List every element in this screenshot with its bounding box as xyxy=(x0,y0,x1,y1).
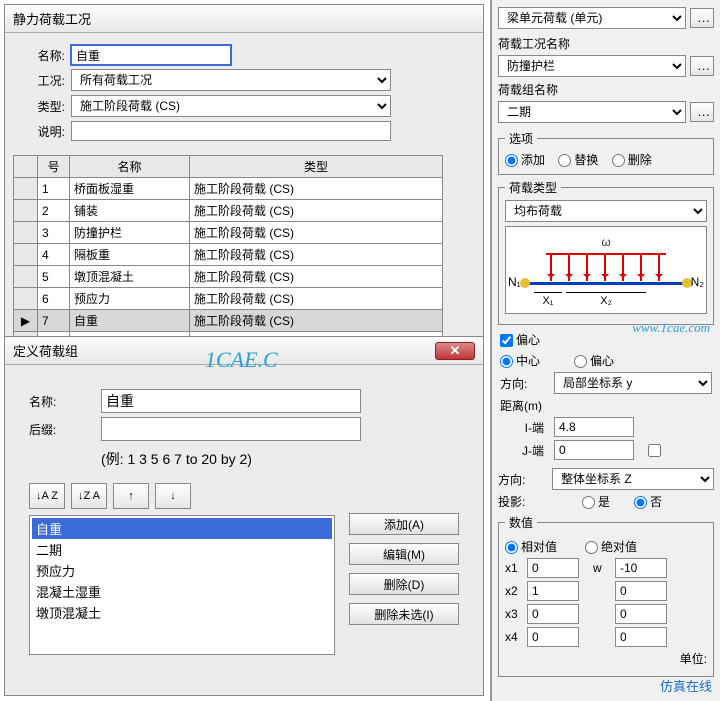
absolute-radio[interactable]: 绝对值 xyxy=(585,538,637,555)
w-input[interactable] xyxy=(615,558,667,578)
j-end-input[interactable] xyxy=(554,440,634,460)
proj-no-radio[interactable]: 否 xyxy=(634,493,662,510)
col-type[interactable]: 类型 xyxy=(190,156,443,178)
name-input[interactable] xyxy=(71,45,231,65)
direction-label: 方向: xyxy=(500,375,550,392)
table-row[interactable]: 3防撞护栏施工阶段荷载 (CS) xyxy=(14,222,443,244)
case-name-select[interactable]: 防撞护栏 xyxy=(498,55,686,77)
group-name-input[interactable] xyxy=(101,389,361,413)
move-up-button[interactable]: ↑ xyxy=(113,483,149,509)
j-end-check[interactable] xyxy=(648,444,661,457)
group-name-select[interactable]: 二期 xyxy=(498,101,686,123)
i-end-input[interactable] xyxy=(554,417,634,437)
loads-table[interactable]: 号 名称 类型 1桥面板湿重施工阶段荷载 (CS) 2铺装施工阶段荷载 (CS)… xyxy=(13,155,443,351)
list-item[interactable]: 预应力 xyxy=(32,560,332,581)
offset-radio[interactable]: 偏心 xyxy=(574,352,614,369)
eccentric-check[interactable]: 偏心 xyxy=(500,333,540,347)
case-name-label: 荷载工况名称 xyxy=(498,35,714,52)
group-listbox[interactable]: 自重 二期 预应力 混凝土湿重 墩顶混凝土 xyxy=(29,515,335,655)
type-select[interactable]: 施工阶段荷载 (CS) xyxy=(71,95,391,117)
x2-input[interactable] xyxy=(527,581,579,601)
label-suffix: 后缀: xyxy=(29,421,101,438)
dialog-titlebar[interactable]: 静力荷载工况 xyxy=(5,5,483,33)
table-row[interactable]: 5墩顶混凝土施工阶段荷载 (CS) xyxy=(14,266,443,288)
x1-input[interactable] xyxy=(527,558,579,578)
beam-load-panel: 梁单元荷载 (单元) … 荷载工况名称 防撞护栏 … 荷载组名称 二期 … 选项… xyxy=(490,0,720,701)
list-item[interactable]: 自重 xyxy=(32,518,332,539)
table-row[interactable]: ▶7自重施工阶段荷载 (CS) xyxy=(14,310,443,332)
table-row[interactable]: 6预应力施工阶段荷载 (CS) xyxy=(14,288,443,310)
center-radio[interactable]: 中心 xyxy=(500,352,540,369)
w3-input[interactable] xyxy=(615,604,667,624)
label-name: 名称: xyxy=(13,47,71,64)
unit-label: 单位: xyxy=(680,650,707,667)
example-text: (例: 1 3 5 6 7 to 20 by 2) xyxy=(101,449,459,469)
delete-unselected-button[interactable]: 删除未选(I) xyxy=(349,603,459,625)
label-case: 工况: xyxy=(13,72,71,89)
direction2-label: 方向: xyxy=(498,471,548,488)
load-diagram: ω N₁ N₂ X₁ X₂ xyxy=(505,226,707,314)
static-load-dialog: 静力荷载工况 名称: 工况: 所有荷载工况 类型: 施工阶段荷载 (CS) 说明… xyxy=(4,4,484,360)
group-name-label: 荷载组名称 xyxy=(498,81,714,98)
value-group: 数值 相对值 绝对值 x1w x2 x3 x4 单位: xyxy=(498,514,714,677)
add-button[interactable]: 添加(A) xyxy=(349,513,459,535)
col-marker xyxy=(14,156,38,178)
x3-input[interactable] xyxy=(527,604,579,624)
direction2-select[interactable]: 整体坐标系 Z xyxy=(552,468,714,490)
list-item[interactable]: 二期 xyxy=(32,539,332,560)
option-replace[interactable]: 替换 xyxy=(558,153,598,167)
delete-button[interactable]: 删除(D) xyxy=(349,573,459,595)
option-add[interactable]: 添加 xyxy=(505,153,545,167)
load-group-dialog: 定义荷载组 ✕ 名称: 后缀: (例: 1 3 5 6 7 to 20 by 2… xyxy=(4,336,484,696)
load-element-select[interactable]: 梁单元荷载 (单元) xyxy=(498,7,686,29)
label-desc: 说明: xyxy=(13,123,71,140)
option-delete[interactable]: 删除 xyxy=(612,153,652,167)
load-type-select[interactable]: 均布荷载 xyxy=(505,200,707,222)
direction-select[interactable]: 局部坐标系 y xyxy=(554,372,712,394)
sort-za-button[interactable]: ↓Z A xyxy=(71,483,107,509)
label-name: 名称: xyxy=(29,393,101,410)
proj-yes-radio[interactable]: 是 xyxy=(582,493,610,510)
load-type-group: 荷载类型 均布荷载 ω N₁ N₂ X₁ X₂ xyxy=(498,179,714,325)
sort-az-button[interactable]: ↓A Z xyxy=(29,483,65,509)
table-row[interactable]: 2铺装施工阶段荷载 (CS) xyxy=(14,200,443,222)
dialog-titlebar[interactable]: 定义荷载组 ✕ xyxy=(5,337,483,365)
ellipsis-button[interactable]: … xyxy=(690,8,714,28)
col-name[interactable]: 名称 xyxy=(70,156,190,178)
distance-label: 距离(m) xyxy=(500,397,712,414)
options-group: 选项 添加 替换 删除 xyxy=(498,130,714,175)
close-icon[interactable]: ✕ xyxy=(435,342,475,360)
x4-input[interactable] xyxy=(527,627,579,647)
desc-input[interactable] xyxy=(71,121,391,141)
suffix-input[interactable] xyxy=(101,417,361,441)
case-select[interactable]: 所有荷载工况 xyxy=(71,69,391,91)
relative-radio[interactable]: 相对值 xyxy=(505,538,557,555)
move-down-button[interactable]: ↓ xyxy=(155,483,191,509)
table-row[interactable]: 4隔板重施工阶段荷载 (CS) xyxy=(14,244,443,266)
label-type: 类型: xyxy=(13,98,71,115)
table-row[interactable]: 1桥面板湿重施工阶段荷载 (CS) xyxy=(14,178,443,200)
list-item[interactable]: 混凝土湿重 xyxy=(32,581,332,602)
w4-input[interactable] xyxy=(615,627,667,647)
dialog-title: 静力荷载工况 xyxy=(13,9,91,28)
brand-logo: 仿真在线 xyxy=(660,676,712,695)
dialog-title: 定义荷载组 xyxy=(13,341,78,360)
col-no[interactable]: 号 xyxy=(38,156,70,178)
ellipsis-button[interactable]: … xyxy=(690,56,714,76)
ellipsis-button[interactable]: … xyxy=(690,102,714,122)
edit-button[interactable]: 编辑(M) xyxy=(349,543,459,565)
projection-label: 投影: xyxy=(498,493,548,510)
w2-input[interactable] xyxy=(615,581,667,601)
list-item[interactable]: 墩顶混凝土 xyxy=(32,602,332,623)
